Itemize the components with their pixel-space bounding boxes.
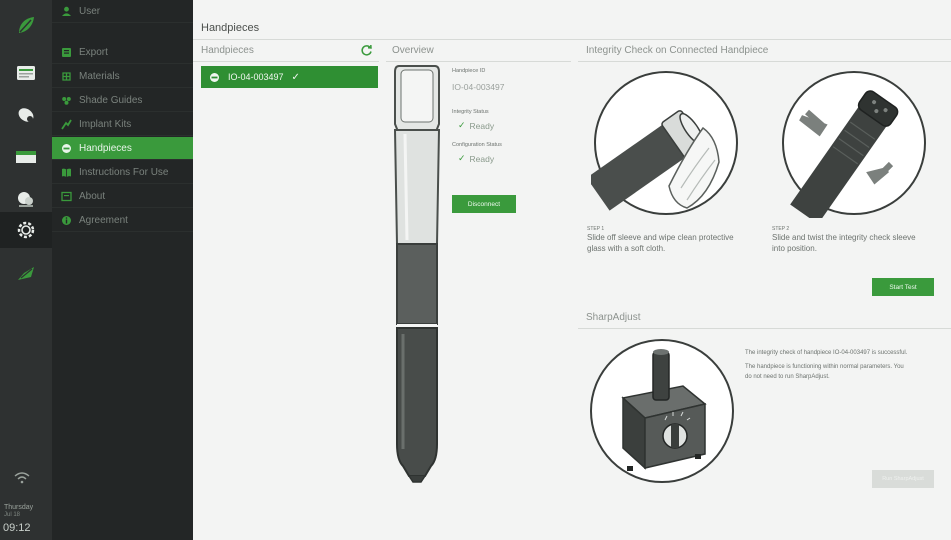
status-time: 09:12	[3, 522, 31, 534]
menu-item-label: User	[79, 5, 101, 17]
divider	[193, 39, 951, 40]
disconnect-button[interactable]: Disconnect	[452, 195, 516, 213]
page-title: Handpieces	[201, 22, 260, 34]
patient-list-icon	[17, 66, 35, 80]
handpiece-connect-icon	[18, 267, 34, 280]
rail-connect-button[interactable]	[6, 256, 46, 290]
menu-item-materials[interactable]: Materials	[52, 65, 193, 88]
configuration-status-label: Configuration Status	[452, 142, 502, 148]
case-folder-icon	[16, 151, 36, 163]
connected-check-icon: ✓	[291, 71, 300, 83]
menu-item-user[interactable]: User	[52, 0, 193, 23]
rail-settings-button[interactable]	[0, 212, 52, 248]
book-icon	[60, 166, 72, 178]
icon-rail: Thursday Jul 18 09:12	[0, 0, 52, 540]
tooth-icon	[18, 108, 34, 122]
configuration-status-value: Ready	[469, 153, 495, 164]
check-icon: ✓	[458, 120, 466, 130]
handpiece-icon	[60, 142, 72, 154]
sharpadjust-result-line3: do not need to run SharpAdjust.	[745, 374, 830, 380]
handpiece-illustration	[393, 65, 441, 483]
menu-item-label: Export	[79, 46, 108, 58]
check-icon: ✓	[458, 153, 466, 163]
wifi-icon	[14, 472, 30, 484]
step2-text-line2: into position.	[772, 244, 817, 253]
status-day: Thursday	[4, 504, 34, 511]
menu-item-label: About	[79, 190, 106, 202]
menu-item-export[interactable]: Export	[52, 41, 193, 64]
app-window: Thursday Jul 18 09:12 User Export Materi…	[0, 0, 951, 540]
divider	[386, 61, 571, 62]
divider	[578, 328, 951, 329]
menu-item-label: Implant Kits	[79, 118, 132, 130]
menu-item-label: Agreement	[79, 214, 128, 226]
integrity-status-label: Integrity Status	[452, 109, 489, 115]
materials-icon	[60, 70, 72, 82]
menu-item-implant-kits[interactable]: Implant Kits	[52, 113, 193, 136]
lab-icon	[18, 192, 33, 207]
menu-item-about[interactable]: About	[52, 185, 193, 208]
sharpadjust-illustration	[590, 339, 734, 483]
step1-illustration	[591, 71, 738, 215]
integrity-check-title: Integrity Check on Connected Handpiece	[586, 45, 769, 56]
refresh-icon[interactable]	[360, 44, 373, 57]
menu-item-label: Instructions For Use	[79, 166, 169, 178]
menu-item-label: Materials	[79, 70, 120, 82]
divider	[193, 61, 379, 62]
menu-item-shade-guides[interactable]: Shade Guides	[52, 89, 193, 112]
handpiece-icon	[210, 72, 219, 82]
info-icon	[60, 214, 72, 226]
sharpadjust-title: SharpAdjust	[586, 312, 641, 323]
settings-menu: User Export Materials Shade Guides Impla…	[52, 0, 193, 540]
rail-lab-button[interactable]	[6, 182, 46, 216]
shade-guides-icon	[60, 94, 72, 106]
menu-item-label: Shade Guides	[79, 94, 143, 106]
status-date: Jul 18	[4, 512, 21, 518]
divider	[578, 61, 951, 62]
sharpadjust-result-line1: The integrity check of handpiece IO-04-0…	[745, 350, 908, 356]
status-area: Thursday Jul 18 09:12	[0, 470, 52, 540]
step2-text-line1: Slide and twist the integrity check slee…	[772, 233, 916, 242]
handpiece-id-value: IO-04-003497	[452, 82, 505, 92]
handpiece-id: IO-04-003497	[228, 72, 284, 82]
scan-leaf-icon	[19, 17, 34, 33]
overview-title: Overview	[392, 45, 434, 56]
handpiece-list-item[interactable]: IO-04-003497 ✓	[201, 66, 378, 88]
rail-scan-button[interactable]	[6, 8, 46, 42]
menu-item-handpieces[interactable]: Handpieces	[52, 137, 193, 160]
menu-item-agreement[interactable]: Agreement	[52, 209, 193, 232]
step1-text-line2: glass with a soft cloth.	[587, 244, 666, 253]
integrity-status-value: Ready	[469, 120, 495, 131]
rail-patients-button[interactable]	[6, 56, 46, 90]
rail-case-button[interactable]	[6, 140, 46, 174]
main-panel: Handpieces Handpieces IO-04-003497 ✓ Ove…	[193, 0, 951, 540]
about-icon	[60, 190, 72, 202]
start-test-button[interactable]: Start Test	[872, 278, 934, 296]
settings-gear-icon	[17, 221, 35, 239]
run-sharpadjust-button[interactable]: Run SharpAdjust	[872, 470, 934, 488]
integrity-status: ✓ Ready	[458, 120, 494, 131]
step1-text-line1: Slide off sleeve and wipe clean protecti…	[587, 233, 734, 242]
user-icon	[60, 5, 72, 17]
handpiece-id-label: Handpiece ID	[452, 68, 486, 74]
handpieces-list-title: Handpieces	[201, 45, 254, 56]
implant-kits-icon	[60, 118, 72, 130]
export-icon	[60, 46, 72, 58]
menu-item-instructions[interactable]: Instructions For Use	[52, 161, 193, 184]
step2-illustration	[782, 71, 926, 218]
sharpadjust-result-line2: The handpiece is functioning within norm…	[745, 364, 904, 370]
menu-item-label: Handpieces	[79, 142, 132, 154]
configuration-status: ✓ Ready	[458, 153, 494, 164]
rail-tooth-button[interactable]	[6, 98, 46, 132]
